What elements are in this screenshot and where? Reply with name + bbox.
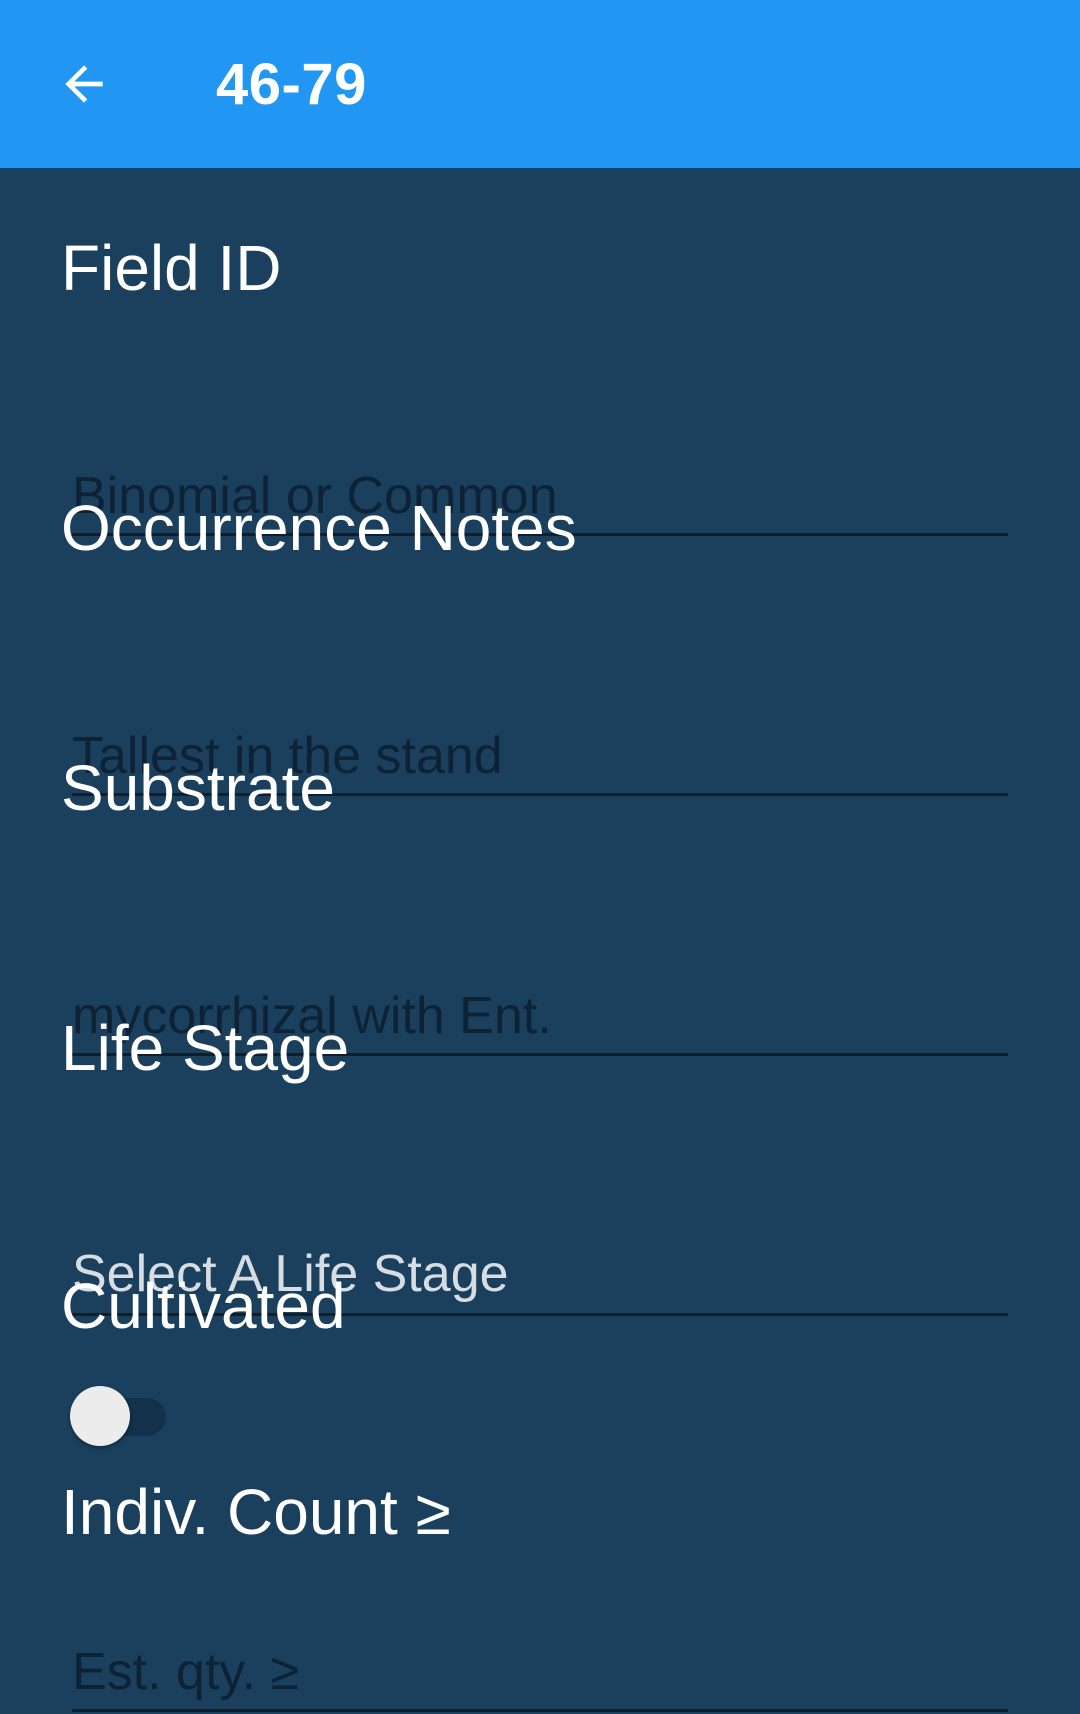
indiv-count-label: Indiv. Count ≥ xyxy=(61,1476,451,1548)
occurrence-notes-label: Occurrence Notes xyxy=(61,492,577,564)
page-title: 46-79 xyxy=(216,52,367,117)
indiv-count-input[interactable] xyxy=(72,1634,1008,1709)
field-id-label: Field ID xyxy=(61,232,282,304)
indiv-count-field xyxy=(72,1634,1008,1712)
cultivated-label: Cultivated xyxy=(61,1270,346,1342)
toggle-thumb xyxy=(70,1386,130,1446)
back-button[interactable] xyxy=(44,44,124,124)
substrate-label: Substrate xyxy=(61,752,335,824)
cultivated-toggle[interactable] xyxy=(70,1384,170,1448)
app-bar: 46-79 xyxy=(0,0,1080,168)
life-stage-label: Life Stage xyxy=(61,1012,350,1084)
arrow-left-icon xyxy=(65,65,103,103)
